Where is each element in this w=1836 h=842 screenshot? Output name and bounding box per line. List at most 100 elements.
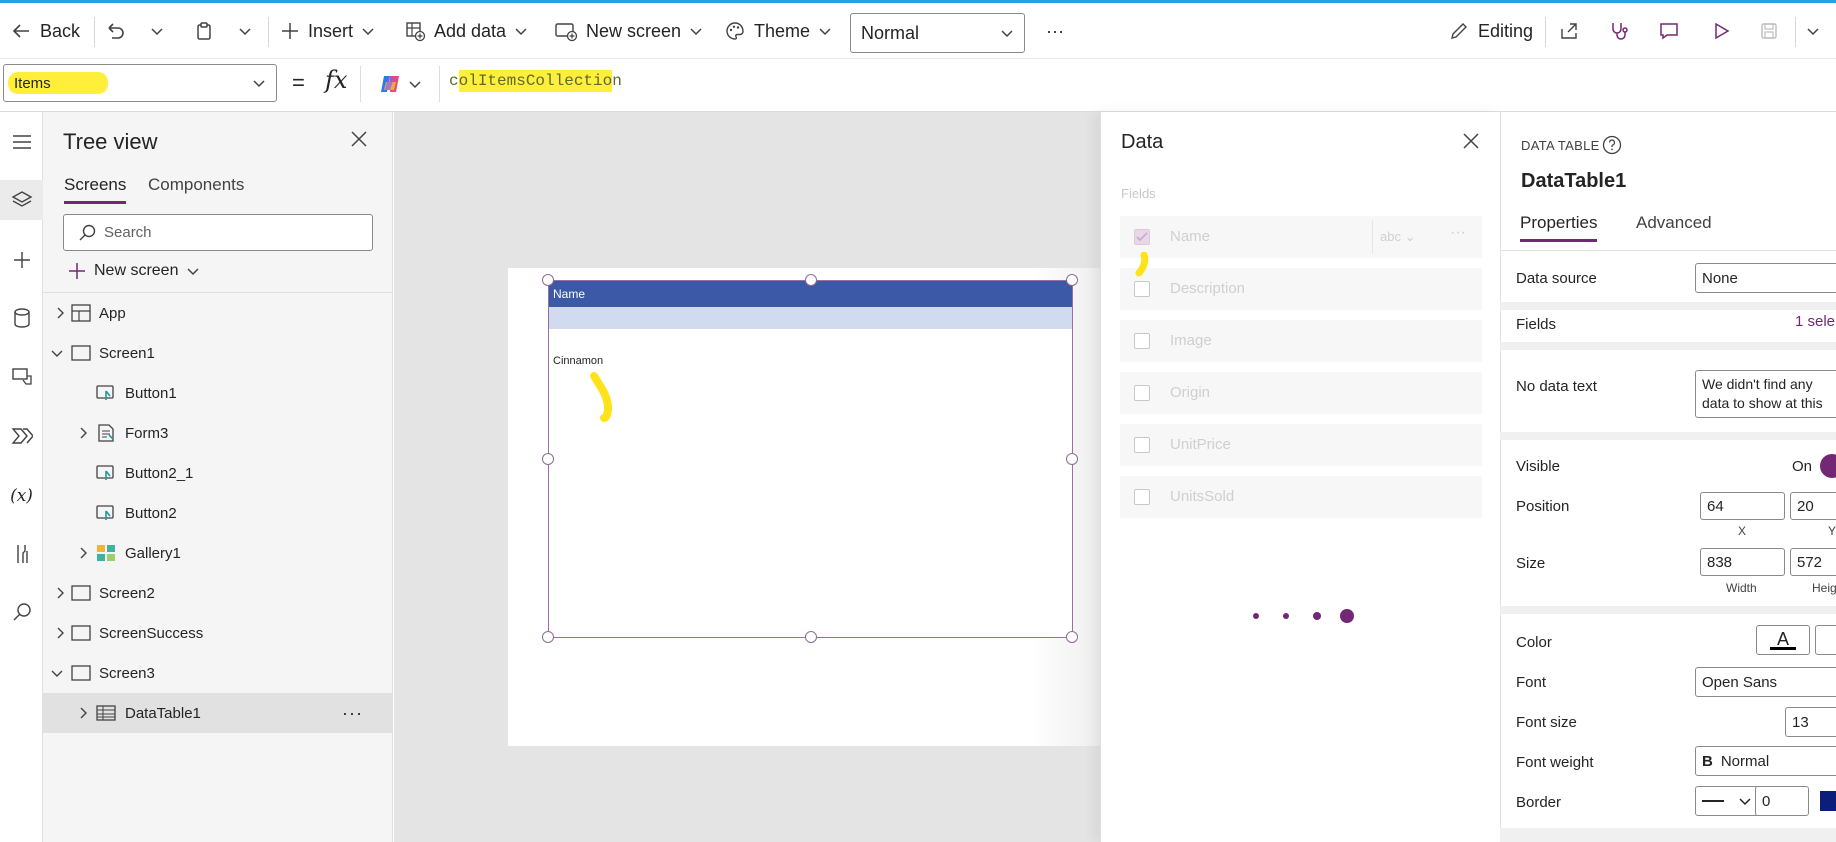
rail-media[interactable] <box>0 356 43 396</box>
border-width-input[interactable]: 0 <box>1755 786 1809 816</box>
tree-node-gallery1[interactable]: Gallery1 <box>43 533 393 573</box>
field-more-button[interactable]: ··· <box>1450 224 1466 242</box>
property-select[interactable]: Items <box>3 64 277 102</box>
preview-button[interactable] <box>1710 15 1732 47</box>
tree-node-screensuccess[interactable]: ScreenSuccess <box>43 613 393 653</box>
plus-icon <box>69 263 85 279</box>
resize-handle[interactable] <box>805 631 817 643</box>
fx-icon[interactable]: fx <box>325 66 347 94</box>
rail-tools[interactable] <box>0 534 43 574</box>
tree-node-app[interactable]: App <box>43 293 393 333</box>
copilot-button[interactable] <box>360 66 440 102</box>
resize-handle[interactable] <box>1066 453 1078 465</box>
tree-node-button2[interactable]: Button2 <box>43 493 393 533</box>
position-x-input[interactable]: 64 <box>1700 492 1785 520</box>
text-color-button[interactable]: A <box>1756 625 1810 655</box>
rail-data[interactable] <box>0 298 43 338</box>
share-button[interactable] <box>1558 15 1580 47</box>
close-data-panel-button[interactable] <box>1462 132 1480 150</box>
fill-color-button[interactable] <box>1815 625 1836 655</box>
field-row-name[interactable]: Name abc ⌄ ··· <box>1120 216 1482 258</box>
rail-insert[interactable] <box>0 240 43 280</box>
field-checkbox[interactable] <box>1134 437 1150 453</box>
data-table-control[interactable]: Name Cinnamon <box>542 274 1078 643</box>
mode-select[interactable]: Normal <box>850 13 1025 53</box>
tree-node-button1[interactable]: Button1 <box>43 373 393 413</box>
tree-new-screen-button[interactable]: New screen <box>68 262 200 280</box>
field-checkbox[interactable] <box>1134 385 1150 401</box>
theme-button[interactable]: Theme <box>724 15 832 47</box>
search-icon <box>79 224 96 240</box>
tree-node-screen1[interactable]: Screen1 <box>43 333 393 373</box>
width-input[interactable]: 838 <box>1700 548 1785 576</box>
tab-properties[interactable]: Properties <box>1520 213 1598 242</box>
field-row-unitprice[interactable]: UnitPrice <box>1120 424 1482 466</box>
insert-button[interactable]: Insert <box>280 15 375 47</box>
border-color-swatch[interactable] <box>1820 791 1836 811</box>
field-checkbox[interactable] <box>1134 281 1150 297</box>
rail-power-automate[interactable] <box>0 416 43 456</box>
resize-handle[interactable] <box>542 453 554 465</box>
formula-input[interactable]: colItemsCollection <box>449 70 622 92</box>
field-checkbox[interactable] <box>1134 489 1150 505</box>
tree-node-form3[interactable]: Form3 <box>43 413 393 453</box>
rail-menu[interactable] <box>0 122 43 162</box>
more-commands-button[interactable]: ··· <box>1046 15 1064 47</box>
field-row-origin[interactable]: Origin <box>1120 372 1482 414</box>
tree-node-datatable1[interactable]: DataTable1 ··· <box>43 693 393 733</box>
field-row-unitssold[interactable]: UnitsSold <box>1120 476 1482 518</box>
control-name[interactable]: DataTable1 <box>1521 170 1626 193</box>
tree-node-button2-1[interactable]: Button2_1 <box>43 453 393 493</box>
rail-search[interactable] <box>0 592 43 632</box>
field-row-image[interactable]: Image <box>1120 320 1482 362</box>
screen-add-icon <box>555 23 578 42</box>
field-type-select[interactable]: abc ⌄ <box>1380 229 1415 245</box>
rail-variables[interactable]: (𝑥) <box>0 476 43 516</box>
divider <box>1500 606 1836 614</box>
tree-search-placeholder: Search <box>104 224 152 241</box>
app-checker-button[interactable] <box>1608 15 1630 47</box>
new-screen-button[interactable]: New screen <box>554 15 703 47</box>
divider <box>1500 342 1836 350</box>
no-data-text-input[interactable]: We didn't find any data to show at this <box>1695 370 1836 418</box>
paste-menu-button[interactable] <box>238 15 252 47</box>
tab-advanced[interactable]: Advanced <box>1636 213 1712 239</box>
resize-handle[interactable] <box>542 274 554 286</box>
field-name: Description <box>1170 280 1246 297</box>
position-y-input[interactable]: 20 <box>1790 492 1836 520</box>
tab-components[interactable]: Components <box>148 175 244 201</box>
command-bar: Back Insert Add data New screen Theme No… <box>0 3 1836 59</box>
font-select[interactable]: Open Sans <box>1695 667 1836 697</box>
undo-button[interactable] <box>104 15 126 47</box>
font-weight-select[interactable]: B Normal <box>1695 746 1836 776</box>
height-input[interactable]: 572 <box>1790 548 1836 576</box>
editing-button[interactable]: Editing <box>1448 15 1533 47</box>
save-button[interactable] <box>1758 15 1780 47</box>
field-checkbox[interactable] <box>1134 333 1150 349</box>
resize-handle[interactable] <box>542 631 554 643</box>
control-type-label: DATA TABLE <box>1521 138 1600 153</box>
help-button[interactable] <box>1602 135 1622 155</box>
edit-fields-link[interactable]: 1 sele <box>1795 313 1835 330</box>
undo-menu-button[interactable] <box>150 15 164 47</box>
node-more-options-button[interactable]: ··· <box>342 703 363 724</box>
tree-node-screen3[interactable]: Screen3 <box>43 653 393 693</box>
border-style-select[interactable] <box>1695 786 1759 816</box>
tree-search-input[interactable]: Search <box>63 214 373 251</box>
back-button[interactable]: Back <box>10 15 80 47</box>
comments-button[interactable] <box>1658 15 1680 47</box>
close-tree-view-button[interactable] <box>350 130 368 148</box>
field-checkbox[interactable] <box>1134 229 1150 245</box>
save-menu-button[interactable] <box>1806 15 1820 47</box>
tree-node-screen2[interactable]: Screen2 <box>43 573 393 613</box>
data-source-select[interactable]: None <box>1695 263 1836 293</box>
resize-handle[interactable] <box>1066 274 1078 286</box>
resize-handle[interactable] <box>1066 631 1078 643</box>
tab-screens[interactable]: Screens <box>64 175 127 204</box>
add-data-button[interactable]: Add data <box>404 15 528 47</box>
paste-button[interactable] <box>193 15 215 47</box>
resize-handle[interactable] <box>805 274 817 286</box>
field-row-description[interactable]: Description <box>1120 268 1482 310</box>
rail-tree-view[interactable] <box>0 180 43 220</box>
font-size-input[interactable]: 13 <box>1785 707 1836 737</box>
